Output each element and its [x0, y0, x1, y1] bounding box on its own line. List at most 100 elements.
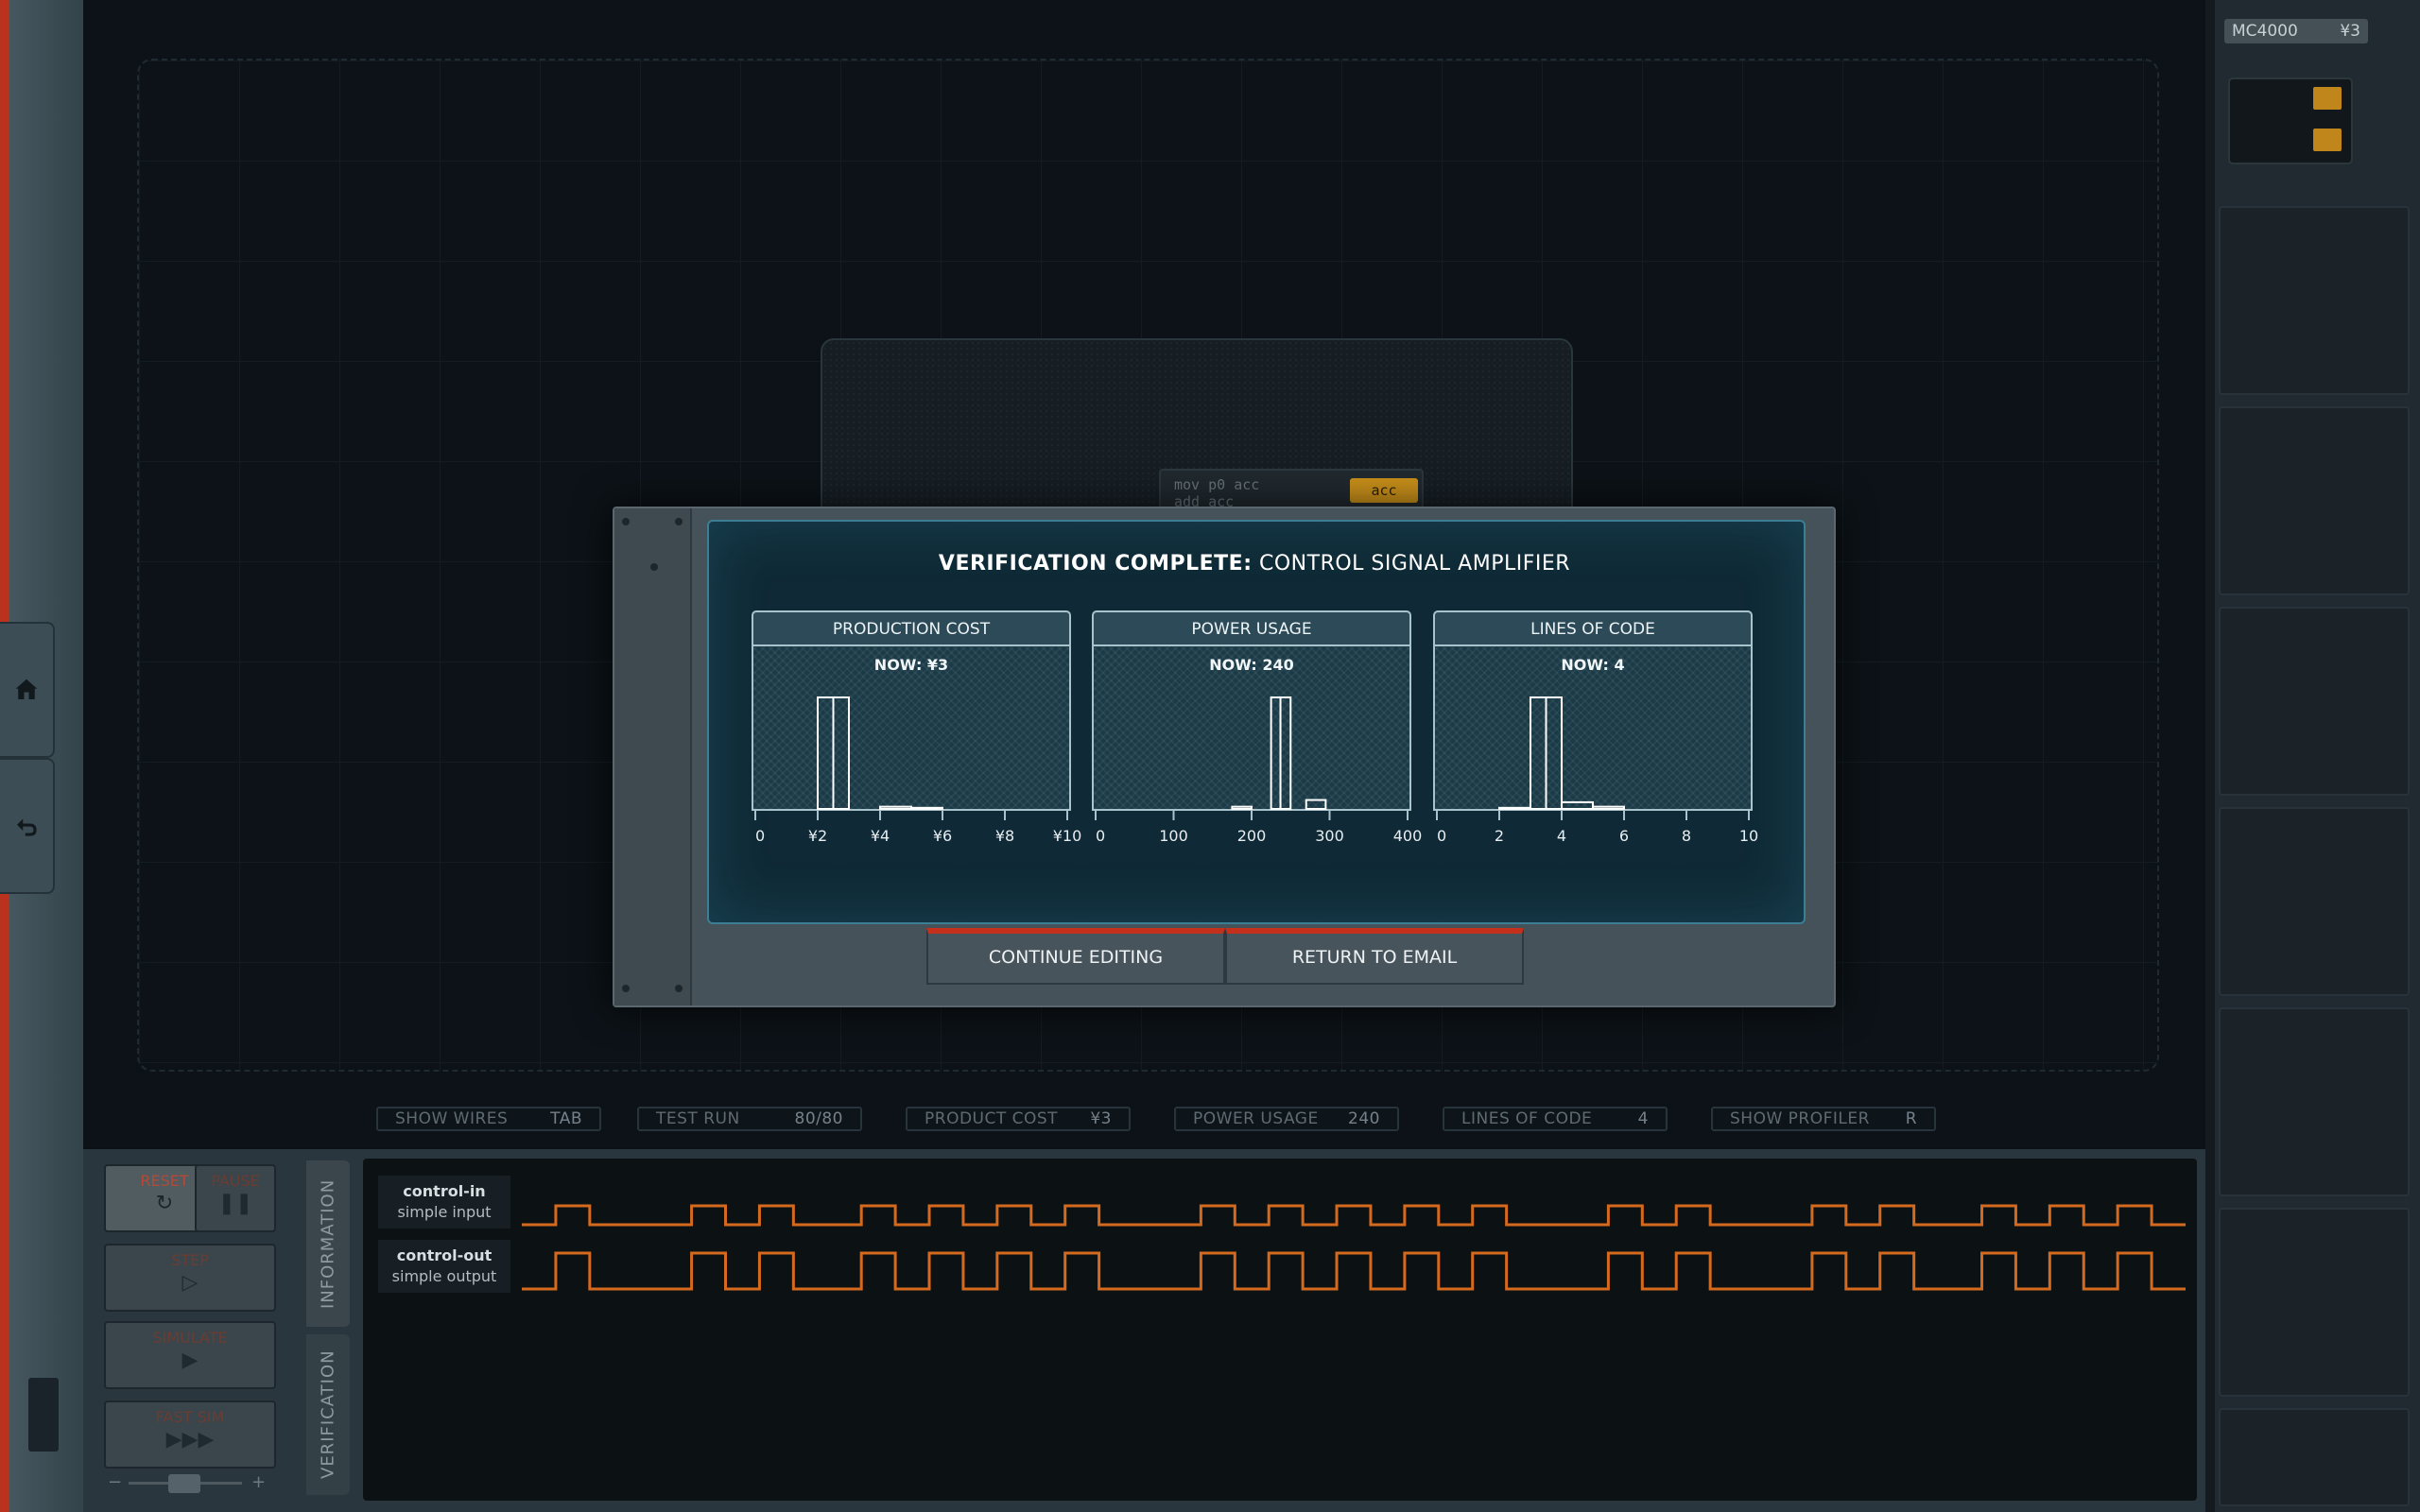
axis-tick-label: 100	[1159, 827, 1188, 845]
tab-verification[interactable]: VERIFICATION	[306, 1334, 350, 1495]
zoom-slider[interactable]: − +	[104, 1472, 274, 1493]
stat-label: TEST RUN	[656, 1109, 740, 1128]
rivet	[650, 563, 658, 571]
fast-sim-button[interactable]: FAST SIM ▶▶▶	[104, 1400, 276, 1469]
side-tabs: INFORMATION VERIFICATION	[306, 1160, 354, 1501]
stat-value: R	[1905, 1109, 1917, 1128]
axis-tick-label: ¥10	[1053, 827, 1082, 845]
home-button[interactable]	[0, 622, 55, 758]
zoom-plus[interactable]: +	[251, 1472, 266, 1492]
title-status: VERIFICATION COMPLETE:	[938, 552, 1253, 576]
signal-label: control-in simple input	[378, 1176, 510, 1228]
signal-waveform	[522, 1204, 2186, 1227]
rivet	[622, 518, 630, 525]
panel-gutter	[2205, 0, 2215, 1512]
undo-button[interactable]	[0, 758, 55, 894]
histogram-lines-of-code: LINES OF CODE NOW: 4 0 2 4 6 8 10	[1433, 610, 1758, 873]
simulate-label: SIMULATE	[152, 1329, 228, 1347]
stat-value: 240	[1348, 1109, 1380, 1128]
left-rail	[0, 0, 83, 1512]
test-run-stat: TEST RUN 80/80	[637, 1107, 862, 1131]
power-usage-stat: POWER USAGE 240	[1174, 1107, 1399, 1131]
simulate-button[interactable]: SIMULATE ▶	[104, 1321, 276, 1389]
undo-icon	[17, 818, 37, 836]
axis-tick-label: ¥4	[871, 827, 890, 845]
axis-tick-label: ¥8	[995, 827, 1014, 845]
home-icon	[15, 679, 38, 699]
continue-editing-button[interactable]: CONTINUE EDITING	[926, 928, 1225, 985]
step-label: STEP	[171, 1251, 209, 1269]
axis-tick-label: 6	[1619, 827, 1629, 845]
zoom-minus[interactable]: −	[108, 1472, 122, 1492]
axis-tick-label: 2	[1495, 827, 1504, 845]
histogram-plot: 0 100 200 300 400	[1095, 696, 1422, 845]
histogram-power-usage: POWER USAGE NOW: 240 0 100 200 300 400	[1092, 610, 1422, 873]
chip-thumbnail[interactable]	[2228, 77, 2353, 164]
pause-button[interactable]: PAUSE ❚❚	[195, 1164, 276, 1232]
chip-pin-icon	[2313, 87, 2342, 110]
rivet	[675, 518, 683, 525]
axis-tick-label: ¥6	[933, 827, 952, 845]
chip-cost: ¥3	[2340, 22, 2360, 41]
axis-tick-label: 300	[1315, 827, 1344, 845]
histogram-bar	[879, 805, 912, 810]
show-profiler-toggle[interactable]: SHOW PROFILER R	[1711, 1107, 1936, 1131]
histogram-bar	[1231, 805, 1253, 810]
pause-label: PAUSE	[211, 1172, 260, 1190]
part-slot[interactable]	[2219, 1408, 2410, 1506]
axis-tick-label: 10	[1739, 827, 1758, 845]
axis-tick-label: 0	[1096, 827, 1105, 845]
signal-type: simple input	[397, 1203, 492, 1221]
step-button[interactable]: STEP ▷	[104, 1244, 276, 1312]
tab-information[interactable]: INFORMATION	[306, 1160, 350, 1327]
fast-forward-icon: ▶▶▶	[165, 1428, 215, 1452]
axis-tick-label: 8	[1682, 827, 1691, 845]
histogram-bar	[817, 696, 835, 810]
histogram-bar	[1530, 696, 1547, 810]
dialog-title: VERIFICATION COMPLETE: CONTROL SIGNAL AM…	[707, 552, 1802, 576]
axis-tick-label: 0	[1437, 827, 1446, 845]
rivet	[675, 985, 683, 992]
histogram-bar	[1561, 800, 1594, 810]
show-wires-toggle[interactable]: SHOW WIRES TAB	[376, 1107, 601, 1131]
play-icon: ▶	[182, 1349, 199, 1372]
signal-waveform-area: control-in simple input control-out simp…	[363, 1159, 2197, 1501]
pause-icon: ❚❚	[217, 1192, 253, 1215]
part-slot[interactable]	[2219, 607, 2410, 796]
histogram-bar	[1270, 696, 1282, 810]
stat-label: POWER USAGE	[1193, 1109, 1319, 1128]
histogram-title: PRODUCTION COST	[752, 610, 1071, 646]
histogram-plot: 0 2 4 6 8 10	[1436, 696, 1758, 845]
stat-value: 80/80	[794, 1109, 843, 1128]
chip-pin-icon	[2313, 129, 2342, 151]
axis-tick-label: 400	[1393, 827, 1423, 845]
stat-label: SHOW WIRES	[395, 1109, 509, 1128]
histogram-production-cost: PRODUCTION COST NOW: ¥3 0 ¥2 ¥4 ¥6 ¥8 ¥10	[752, 610, 1081, 873]
part-slot[interactable]	[2219, 406, 2410, 595]
part-slot[interactable]	[2219, 206, 2410, 395]
lines-of-code-stat: LINES OF CODE 4	[1443, 1107, 1668, 1131]
axis-tick-label: ¥2	[808, 827, 827, 845]
fast-sim-label: FAST SIM	[155, 1408, 225, 1426]
histogram-bar	[1279, 696, 1292, 810]
stat-label: LINES OF CODE	[1461, 1109, 1593, 1128]
return-to-email-button[interactable]: RETURN TO EMAIL	[1225, 928, 1524, 985]
chip-name: MC4000	[2232, 22, 2298, 41]
stat-value: ¥3	[1090, 1109, 1112, 1128]
parts-panel: MC4000 ¥3	[2205, 0, 2420, 1512]
histogram-title: LINES OF CODE	[1433, 610, 1753, 646]
histogram-bar	[1305, 799, 1327, 810]
histogram-bar	[1545, 696, 1563, 810]
acc-register-label: acc	[1350, 478, 1418, 503]
zoom-handle[interactable]	[168, 1474, 200, 1493]
part-slot[interactable]	[2219, 1007, 2410, 1196]
step-icon: ▷	[182, 1271, 199, 1295]
stat-value: 4	[1637, 1109, 1649, 1128]
part-slot[interactable]	[2219, 1208, 2410, 1397]
waveform-plot	[522, 1204, 2186, 1291]
part-slot[interactable]	[2219, 807, 2410, 996]
axis-tick-label: 0	[755, 827, 765, 845]
reset-label: RESET	[140, 1172, 189, 1190]
signal-label: control-out simple output	[378, 1240, 510, 1293]
histogram-title: POWER USAGE	[1092, 610, 1411, 646]
